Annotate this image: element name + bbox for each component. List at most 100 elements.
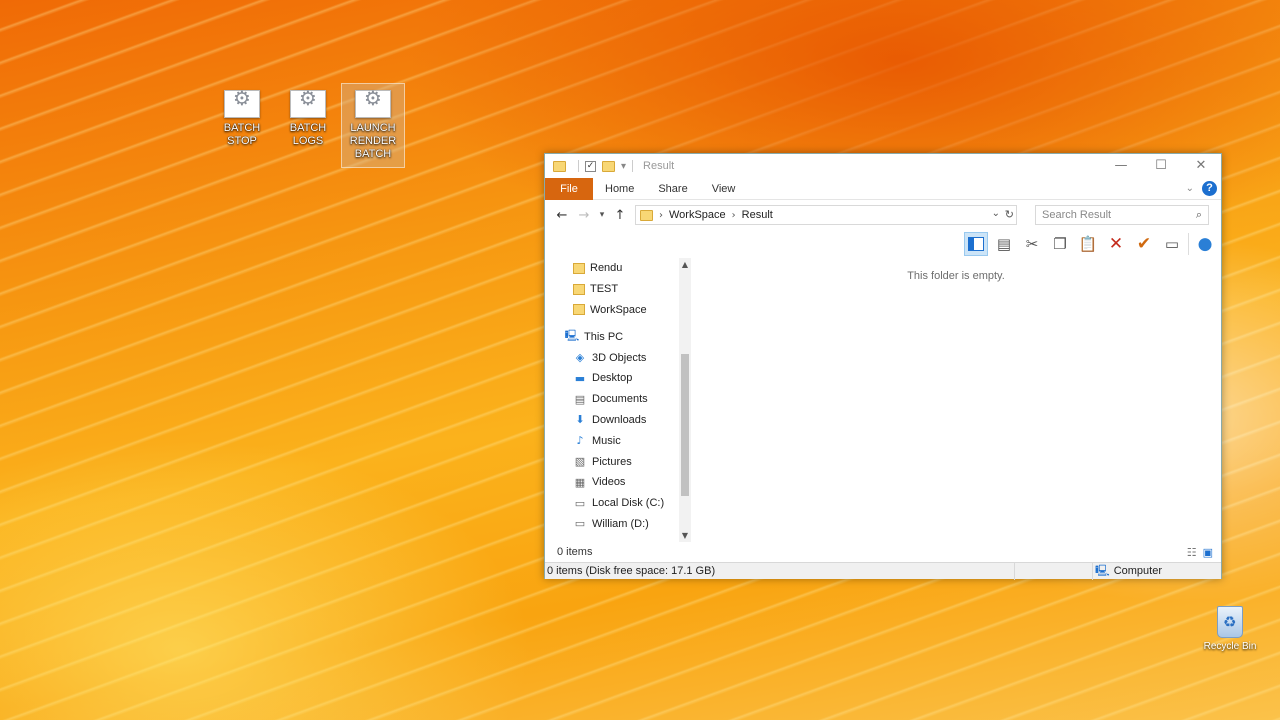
- nav-item-label: 3D Objects: [592, 351, 647, 364]
- download-icon: ⬇: [575, 413, 585, 427]
- nav-item-william-d[interactable]: ▭ William (D:): [545, 514, 679, 535]
- address-dropdown-icon[interactable]: ⌄: [992, 208, 1000, 219]
- nav-item-label: Local Disk (C:): [592, 497, 665, 510]
- nav-item-rendu[interactable]: Rendu: [545, 258, 679, 279]
- nav-item-label: Downloads: [592, 413, 647, 426]
- copy-button[interactable]: ❐: [1048, 232, 1072, 256]
- nav-scrollbar[interactable]: ▲ ▼: [679, 258, 691, 542]
- back-button[interactable]: ←: [551, 208, 573, 223]
- nav-item-music[interactable]: ♪ Music: [545, 430, 679, 451]
- folder-icon: [573, 283, 585, 295]
- properties-icon[interactable]: ✓: [585, 160, 596, 172]
- status-section: [1015, 562, 1093, 580]
- desktop-icon-batch-stop[interactable]: BATCH STOP: [210, 84, 274, 148]
- item-count: 0 items: [557, 546, 593, 558]
- expand-ribbon-icon[interactable]: ⌄: [1186, 183, 1194, 194]
- tab-home[interactable]: Home: [593, 178, 646, 200]
- address-bar[interactable]: › WorkSpace › Result ⌄ ↻: [635, 205, 1017, 225]
- drive-icon: ▭: [574, 496, 586, 510]
- scroll-up-icon[interactable]: ▲: [679, 260, 691, 269]
- properties-button[interactable]: ▤: [992, 232, 1016, 256]
- desktop-icon-launch-render-batch[interactable]: LAUNCH RENDER BATCH: [341, 83, 405, 168]
- preview-pane-button[interactable]: [964, 232, 988, 256]
- customize-quick-access-icon[interactable]: ▾: [621, 161, 626, 172]
- address-bar-row: ← → ▾ ↑ › WorkSpace › Result ⌄ ↻ Search …: [545, 200, 1221, 230]
- music-icon: ♪: [576, 434, 584, 448]
- pane-icon: [968, 237, 984, 251]
- nav-item-label: Pictures: [592, 455, 632, 468]
- separator: [578, 160, 579, 172]
- desktop-icon-label: BATCH STOP: [223, 122, 261, 147]
- large-icons-view-icon[interactable]: ▣: [1203, 546, 1213, 559]
- close-button[interactable]: ✕: [1181, 154, 1221, 178]
- nav-item-documents[interactable]: ▤ Documents: [545, 389, 679, 410]
- minimize-button[interactable]: —: [1101, 154, 1141, 178]
- maximize-button[interactable]: ☐: [1141, 154, 1181, 178]
- folder-icon: [573, 262, 585, 274]
- up-button[interactable]: ↑: [609, 208, 631, 223]
- recent-locations-button[interactable]: ▾: [595, 210, 609, 220]
- separator: [1188, 233, 1189, 255]
- desktop-icon-batch-logs[interactable]: BATCH LOGS: [276, 84, 340, 148]
- nav-item-3d-objects[interactable]: ◈ 3D Objects: [545, 347, 679, 368]
- nav-item-label: Rendu: [590, 262, 623, 275]
- nav-item-local-disk-c[interactable]: ▭ Local Disk (C:): [545, 493, 679, 514]
- nav-item-pictures[interactable]: ▧ Pictures: [545, 451, 679, 472]
- paste-button[interactable]: 📋: [1076, 232, 1100, 256]
- rename-button[interactable]: ▭: [1160, 232, 1184, 256]
- globe-button[interactable]: ●: [1193, 232, 1217, 256]
- title-bar: ✓ ▾ Result — ☐ ✕: [545, 154, 1221, 178]
- desktop-icon-recycle-bin[interactable]: Recycle Bin: [1198, 606, 1262, 652]
- ribbon-tabs: File Home Share View ⌄ ?: [545, 177, 1221, 200]
- batch-file-icon: [224, 90, 260, 118]
- breadcrumb-workspace[interactable]: WorkSpace: [669, 209, 726, 221]
- tab-share[interactable]: Share: [646, 178, 699, 200]
- video-icon: ▦: [574, 475, 586, 489]
- nav-item-label: Videos: [592, 476, 626, 489]
- scroll-down-icon[interactable]: ▼: [679, 531, 691, 540]
- folder-icon: [553, 160, 566, 172]
- search-input[interactable]: Search Result ⌕: [1035, 205, 1209, 225]
- file-list[interactable]: This folder is empty.: [691, 258, 1221, 542]
- delete-button[interactable]: ✕: [1104, 232, 1128, 256]
- refresh-icon[interactable]: ↻: [1005, 208, 1014, 221]
- tab-view[interactable]: View: [700, 178, 748, 200]
- cut-button[interactable]: ✂: [1020, 232, 1044, 256]
- nav-item-label: Documents: [592, 393, 648, 406]
- document-icon: ▤: [574, 392, 586, 406]
- check-button[interactable]: ✔: [1132, 232, 1156, 256]
- computer-icon: 🖳: [564, 329, 580, 343]
- help-icon[interactable]: ?: [1202, 181, 1217, 196]
- new-folder-icon[interactable]: [602, 160, 615, 172]
- window-title: Result: [643, 160, 675, 172]
- cube-icon: ◈: [575, 351, 585, 365]
- nav-item-downloads[interactable]: ⬇ Downloads: [545, 410, 679, 431]
- nav-item-desktop[interactable]: ▬ Desktop: [545, 368, 679, 389]
- nav-item-videos[interactable]: ▦ Videos: [545, 472, 679, 493]
- separator: [632, 160, 634, 172]
- nav-item-workspace[interactable]: WorkSpace: [545, 300, 679, 321]
- desktop-icon-label: BATCH LOGS: [289, 122, 327, 147]
- batch-file-icon: [290, 90, 326, 118]
- details-view-icon[interactable]: ☷: [1187, 546, 1197, 559]
- scroll-thumb[interactable]: [681, 354, 689, 496]
- breadcrumb-separator[interactable]: ›: [659, 210, 663, 221]
- breadcrumb-result[interactable]: Result: [742, 209, 773, 221]
- nav-item-this-pc[interactable]: 🖳 This PC: [545, 326, 679, 347]
- nav-item-label: WorkSpace: [590, 303, 647, 316]
- desktop-icon-label: LAUNCH RENDER BATCH: [349, 122, 397, 160]
- empty-folder-message: This folder is empty.: [907, 270, 1005, 282]
- nav-item-label: This PC: [584, 330, 624, 343]
- batch-file-icon: [355, 90, 391, 118]
- search-icon: ⌕: [1195, 208, 1202, 221]
- nav-item-label: William (D:): [592, 517, 649, 530]
- breadcrumb-separator[interactable]: ›: [732, 210, 736, 221]
- forward-button[interactable]: →: [573, 208, 595, 223]
- navigation-pane: Rendu TEST WorkSpace 🖳 This PC ◈ 3D Objects ▬ De…: [545, 258, 679, 542]
- nav-item-test[interactable]: TEST: [545, 279, 679, 300]
- tab-file[interactable]: File: [545, 177, 593, 200]
- recycle-bin-icon: [1217, 606, 1243, 638]
- file-explorer-window: ✓ ▾ Result — ☐ ✕ File Home Share View ⌄ …: [544, 153, 1222, 580]
- computer-zone-label: Computer: [1113, 565, 1162, 577]
- status-bar: 0 items ☷ ▣: [545, 542, 1221, 562]
